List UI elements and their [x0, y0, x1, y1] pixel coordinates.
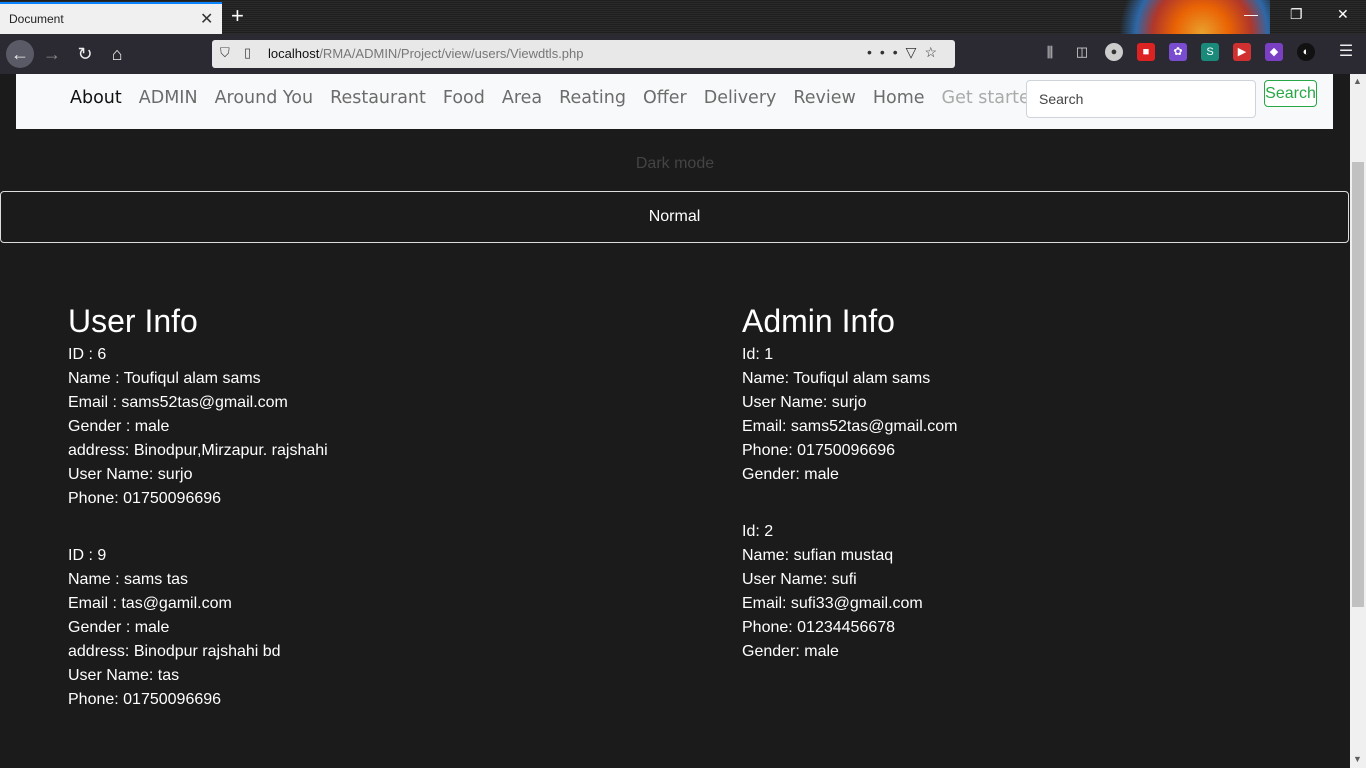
- user-username: User Name: surjo: [68, 466, 193, 483]
- admin-name: Name: sufian mustaq: [742, 547, 894, 564]
- user-gender: Gender : male: [68, 418, 170, 435]
- menu-icon[interactable]: ☰: [1337, 43, 1355, 61]
- user-phone: Phone: 01750096696: [68, 490, 222, 507]
- browser-titlebar: Document ✕ + — ❐ ✕: [0, 0, 1366, 74]
- nav-link-food[interactable]: Food: [443, 88, 485, 108]
- admin-name: Name: Toufiqul alam sams: [742, 370, 931, 387]
- sidebar-icon[interactable]: ◫: [1073, 43, 1091, 61]
- admin-record: Id: 2 Name: sufian mustaq User Name: suf…: [742, 520, 957, 664]
- nav-link-around-you[interactable]: Around You: [215, 88, 314, 108]
- user-id: ID : 6: [68, 346, 107, 363]
- nav-link-review[interactable]: Review: [793, 88, 855, 108]
- admin-email: Email: sufi33@gmail.com: [742, 595, 923, 612]
- pocket-icon[interactable]: ▽: [906, 44, 925, 60]
- admin-id: Id: 2: [742, 523, 774, 540]
- nav-link-offer[interactable]: Offer: [643, 88, 687, 108]
- admin-email: Email: sams52tas@gmail.com: [742, 418, 958, 435]
- browser-tab[interactable]: Document ✕: [0, 2, 222, 34]
- shield-icon[interactable]: ⛉: [220, 45, 230, 61]
- user-email: Email : tas@gamil.com: [68, 595, 232, 612]
- nav-link-reating[interactable]: Reating: [559, 88, 626, 108]
- admin-record: Id: 1 Name: Toufiqul alam sams User Name…: [742, 343, 957, 487]
- user-address: address: Binodpur rajshahi bd: [68, 643, 281, 660]
- user-id: ID : 9: [68, 547, 107, 564]
- reload-icon[interactable]: ↻: [71, 40, 99, 68]
- account-icon[interactable]: ●: [1105, 43, 1123, 61]
- back-arrow-icon[interactable]: ←: [6, 40, 34, 68]
- new-tab-icon[interactable]: +: [231, 3, 244, 29]
- close-tab-icon[interactable]: ✕: [200, 9, 213, 29]
- user-phone: Phone: 01750096696: [68, 691, 222, 708]
- user-gender: Gender : male: [68, 619, 170, 636]
- user-record: ID : 6 Name : Toufiqul alam sams Email :…: [68, 343, 328, 511]
- site-navbar: About ADMIN Around You Restaurant Food A…: [16, 74, 1333, 129]
- scroll-up-arrow-icon[interactable]: ▲: [1353, 76, 1362, 86]
- minimize-icon[interactable]: —: [1244, 6, 1258, 22]
- url-path: /RMA/ADMIN/Project/view/users/Viewdtls.p…: [319, 46, 584, 61]
- user-email: Email : sams52tas@gmail.com: [68, 394, 288, 411]
- extension-purple-icon[interactable]: ◆: [1265, 43, 1283, 61]
- dark-mode-button[interactable]: Dark mode: [0, 138, 1350, 190]
- page-content: About ADMIN Around You Restaurant Food A…: [0, 74, 1350, 768]
- normal-mode-button[interactable]: Normal: [0, 191, 1349, 243]
- admin-gender: Gender: male: [742, 643, 839, 660]
- home-icon[interactable]: ⌂: [103, 40, 131, 68]
- scroll-thumb[interactable]: [1352, 162, 1364, 607]
- extension-lock-icon[interactable]: ■: [1137, 43, 1155, 61]
- scroll-down-arrow-icon[interactable]: ▼: [1353, 754, 1362, 764]
- admin-phone: Phone: 01234456678: [742, 619, 896, 636]
- url-actions[interactable]: •••▽☆: [867, 44, 945, 61]
- user-info-section: User Info ID : 6 Name : Toufiqul alam sa…: [68, 299, 328, 712]
- user-address: address: Binodpur,Mirzapur. rajshahi: [68, 442, 328, 459]
- admin-username: User Name: sufi: [742, 571, 857, 588]
- nav-link-restaurant[interactable]: Restaurant: [330, 88, 426, 108]
- nav-link-home[interactable]: Home: [873, 88, 925, 108]
- page-scrollbar[interactable]: ▲ ▼: [1350, 74, 1366, 768]
- search-input[interactable]: Search: [1026, 80, 1256, 118]
- url-host: localhost: [268, 46, 320, 61]
- browser-toolbar: ← → ↻ ⌂ ⛉ ▯ localhost/RMA/ADMIN/Project/…: [0, 34, 1366, 74]
- extension-dark-icon[interactable]: ◐: [1297, 43, 1315, 61]
- admin-info-heading: Admin Info: [742, 303, 895, 339]
- user-record: ID : 9 Name : sams tas Email : tas@gamil…: [68, 544, 328, 712]
- url-bar[interactable]: ⛉ ▯ localhost/RMA/ADMIN/Project/view/use…: [212, 40, 955, 68]
- extension-record-icon[interactable]: ▶: [1233, 43, 1251, 61]
- admin-id: Id: 1: [742, 346, 774, 363]
- bookmark-star-icon[interactable]: ☆: [924, 44, 945, 60]
- admin-username: User Name: surjo: [742, 394, 867, 411]
- nav-link-delivery[interactable]: Delivery: [704, 88, 777, 108]
- close-window-icon[interactable]: ✕: [1337, 6, 1349, 23]
- search-button[interactable]: Search: [1264, 80, 1317, 107]
- tab-title: Document: [9, 12, 64, 26]
- restore-icon[interactable]: ❐: [1290, 6, 1303, 23]
- nav-links: About ADMIN Around You Restaurant Food A…: [70, 88, 1058, 108]
- admin-gender: Gender: male: [742, 466, 839, 483]
- more-icon[interactable]: •••: [867, 44, 906, 60]
- user-username: User Name: tas: [68, 667, 180, 684]
- admin-info-section: Admin Info Id: 1 Name: Toufiqul alam sam…: [742, 299, 957, 664]
- extension-colorful-icon[interactable]: ✿: [1169, 43, 1187, 61]
- url-text[interactable]: localhost/RMA/ADMIN/Project/view/users/V…: [268, 46, 584, 61]
- page-info-icon[interactable]: ▯: [244, 45, 251, 61]
- user-info-heading: User Info: [68, 303, 198, 339]
- user-name: Name : sams tas: [68, 571, 189, 588]
- admin-phone: Phone: 01750096696: [742, 442, 896, 459]
- nav-link-area[interactable]: Area: [502, 88, 542, 108]
- user-name: Name : Toufiqul alam sams: [68, 370, 261, 387]
- forward-arrow-icon[interactable]: →: [38, 40, 66, 68]
- library-icon[interactable]: ⫼: [1041, 43, 1059, 61]
- extension-s-icon[interactable]: S: [1201, 43, 1219, 61]
- nav-link-about[interactable]: About: [70, 88, 122, 108]
- nav-link-admin[interactable]: ADMIN: [139, 88, 198, 108]
